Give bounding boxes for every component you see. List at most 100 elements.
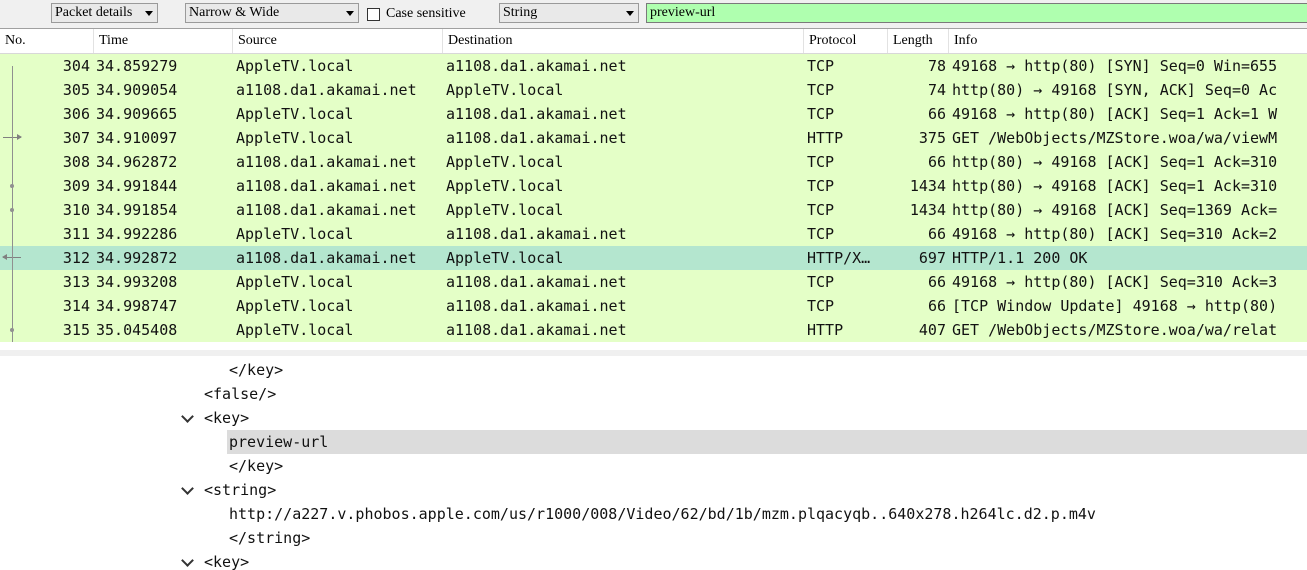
case-sensitive-checkbox[interactable] [367, 7, 380, 21]
cell-dst: a1108.da1.akamai.net [446, 321, 627, 339]
packet-row[interactable]: 315 35.045408 AppleTV.local a1108.da1.akama… [0, 318, 1307, 342]
detail-line[interactable]: </key> [229, 358, 283, 382]
detail-line[interactable]: </string> [229, 526, 310, 550]
cell-len: 697 [918, 249, 946, 267]
cell-time: 34.991854 [96, 201, 178, 219]
packet-list[interactable]: No. Time Source Destination Protocol Len… [0, 28, 1307, 351]
cell-no: 312 [62, 249, 90, 267]
chevron-down-icon [626, 11, 634, 16]
cell-dst: AppleTV.local [446, 177, 564, 195]
detail-line-url[interactable]: http://a227.v.phobos.apple.com/us/r1000/… [229, 502, 1096, 526]
packet-row[interactable]: 304 34.859279 AppleTV.local a1108.da1.akama… [0, 54, 1307, 78]
cell-proto: TCP [807, 81, 835, 99]
cell-dst: a1108.da1.akamai.net [446, 129, 627, 147]
cell-dst: a1108.da1.akamai.net [446, 105, 627, 123]
cell-src: a1108.da1.akamai.net [236, 81, 417, 99]
cell-proto: TCP [807, 153, 835, 171]
search-type-dropdown[interactable]: String [499, 3, 639, 23]
cell-len: 1434 [909, 177, 946, 195]
packet-row[interactable]: 307 34.910097 AppleTV.local a1108.da1.akama… [0, 126, 1307, 150]
cell-proto: TCP [807, 201, 835, 219]
column-header-destination[interactable]: Destination [443, 29, 804, 53]
cell-src: a1108.da1.akamai.net [236, 177, 417, 195]
cell-len: 66 [927, 225, 946, 243]
cell-info: GET /WebObjects/MZStore.woa/wa/relat [952, 321, 1278, 339]
cell-time: 34.909665 [96, 105, 178, 123]
cell-proto: TCP [807, 177, 835, 195]
cell-proto: TCP [807, 297, 835, 315]
column-header-protocol[interactable]: Protocol [804, 29, 888, 53]
detail-line-match[interactable]: preview-url [227, 430, 1307, 454]
cell-time: 34.962872 [96, 153, 178, 171]
cell-info: http(80) → 49168 [ACK] Seq=1369 Ack= [952, 201, 1278, 219]
expand-chevron-icon[interactable] [181, 554, 194, 567]
cell-no: 305 [62, 81, 90, 99]
cell-dst: a1108.da1.akamai.net [446, 57, 627, 75]
cell-info: http(80) → 49168 [ACK] Seq=1 Ack=310 [952, 153, 1278, 171]
packet-row[interactable]: 309 34.991844 a1108.da1.akamai.net AppleTV.… [0, 174, 1307, 198]
packet-rows: 304 34.859279 AppleTV.local a1108.da1.akama… [0, 54, 1307, 342]
packet-row[interactable]: 310 34.991854 a1108.da1.akamai.net AppleTV.… [0, 198, 1307, 222]
cell-src: a1108.da1.akamai.net [236, 153, 417, 171]
cell-time: 34.910097 [96, 129, 178, 147]
column-header-info[interactable]: Info [949, 29, 1307, 53]
detail-line[interactable]: <false/> [204, 382, 276, 406]
case-sensitive-option[interactable]: Case sensitive [367, 5, 466, 23]
search-in-dropdown[interactable]: Packet details [51, 3, 158, 23]
packet-row[interactable]: 311 34.992286 AppleTV.local a1108.da1.akama… [0, 222, 1307, 246]
cell-info: 49168 → http(80) [ACK] Seq=310 Ack=3 [952, 273, 1278, 291]
cell-len: 74 [927, 81, 946, 99]
cell-time: 34.859279 [96, 57, 178, 75]
expand-chevron-icon[interactable] [181, 410, 194, 423]
detail-line[interactable]: <string> [204, 478, 276, 502]
cell-time: 34.991844 [96, 177, 178, 195]
packet-list-header: No. Time Source Destination Protocol Len… [0, 29, 1307, 54]
cell-src: AppleTV.local [236, 129, 354, 147]
packet-details[interactable]: </key> <false/> <key> preview-url </key>… [0, 356, 1307, 570]
column-header-length[interactable]: Length [888, 29, 949, 53]
cell-src: a1108.da1.akamai.net [236, 201, 417, 219]
cell-len: 1434 [909, 201, 946, 219]
detail-line[interactable]: </key> [229, 454, 283, 478]
packet-row[interactable]: 305 34.909054 a1108.da1.akamai.net AppleTV.… [0, 78, 1307, 102]
cell-dst: AppleTV.local [446, 201, 564, 219]
packet-row[interactable]: 313 34.993208 AppleTV.local a1108.da1.akama… [0, 270, 1307, 294]
cell-len: 66 [927, 297, 946, 315]
detail-line[interactable]: <key> [204, 406, 249, 430]
cell-no: 307 [62, 129, 90, 147]
cell-time: 35.045408 [96, 321, 178, 339]
cell-info: HTTP/1.1 200 OK [952, 249, 1088, 267]
cell-no: 306 [62, 105, 90, 123]
chevron-down-icon [346, 11, 354, 16]
find-toolbar: Packet details Narrow & Wide Case sensit… [0, 0, 1307, 28]
column-header-time[interactable]: Time [94, 29, 233, 53]
packet-row[interactable]: 306 34.909665 AppleTV.local a1108.da1.akama… [0, 102, 1307, 126]
cell-time: 34.993208 [96, 273, 178, 291]
cell-len: 78 [927, 57, 946, 75]
cell-src: AppleTV.local [236, 321, 354, 339]
cell-dst: AppleTV.local [446, 153, 564, 171]
search-input[interactable] [646, 3, 1307, 23]
packet-row[interactable]: 314 34.998747 AppleTV.local a1108.da1.akama… [0, 294, 1307, 318]
cell-len: 375 [918, 129, 946, 147]
cell-src: a1108.da1.akamai.net [236, 249, 417, 267]
cell-proto: TCP [807, 105, 835, 123]
cell-proto: TCP [807, 225, 835, 243]
packet-row-selected[interactable]: 312 34.992872 a1108.da1.akamai.net AppleTV.… [0, 246, 1307, 270]
cell-len: 66 [927, 153, 946, 171]
cell-proto: TCP [807, 273, 835, 291]
search-in-value: Packet details [55, 5, 133, 20]
detail-line[interactable]: <key> [204, 550, 249, 570]
column-header-source[interactable]: Source [233, 29, 443, 53]
cell-no: 311 [62, 225, 90, 243]
cell-dst: AppleTV.local [446, 81, 564, 99]
packet-row[interactable]: 308 34.962872 a1108.da1.akamai.net AppleTV.… [0, 150, 1307, 174]
cell-dst: a1108.da1.akamai.net [446, 297, 627, 315]
char-width-dropdown[interactable]: Narrow & Wide [185, 3, 359, 23]
char-width-value: Narrow & Wide [189, 5, 280, 20]
cell-no: 304 [62, 57, 90, 75]
column-header-no[interactable]: No. [0, 29, 94, 53]
cell-info: 49168 → http(80) [SYN] Seq=0 Win=655 [952, 57, 1278, 75]
expand-chevron-icon[interactable] [181, 482, 194, 495]
cell-len: 66 [927, 105, 946, 123]
